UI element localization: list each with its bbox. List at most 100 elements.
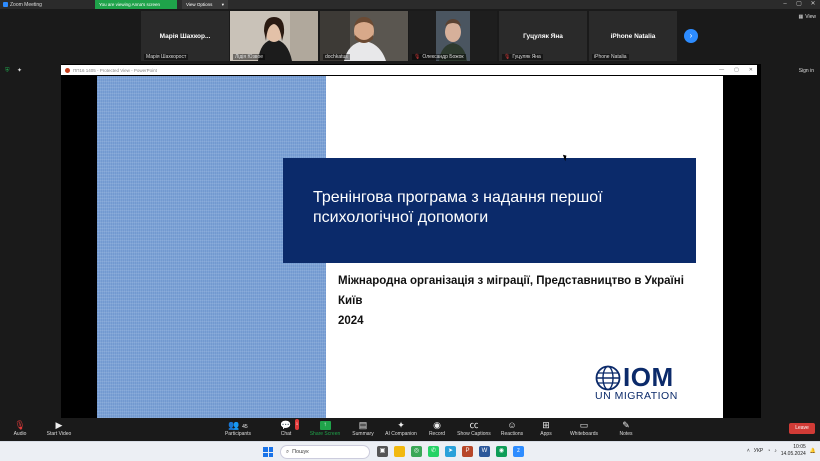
task-view-icon[interactable]: ▣	[377, 446, 388, 457]
title-bar: Zoom Meeting You are viewing Anna's scre…	[0, 0, 820, 9]
clock-date: 14.05.2024	[780, 451, 806, 457]
view-button[interactable]: ▦ View	[799, 14, 816, 20]
participant-label: Лідія Юзвое	[233, 54, 266, 60]
participant-center-name: iPhone Natalia	[610, 33, 656, 40]
share-screen-icon: ↑	[319, 421, 331, 430]
record-button[interactable]: ◉ Record	[428, 420, 446, 437]
ai-companion-button[interactable]: ✦ AI Companion	[383, 420, 419, 437]
participant-tile[interactable]: Гуцуляк Яна 🎙 Гуцуляк Яна	[499, 11, 587, 61]
app-title: Zoom Meeting	[10, 1, 42, 8]
windows-taskbar: ⌕ Пошук ▣ ◎ ✆ ➤ P W ◉ z ˄ УКР ◔ ♪ 10:05 …	[0, 441, 820, 461]
participant-label: iPhone Natalia	[592, 54, 629, 60]
view-options-button[interactable]: View Options ▾	[182, 0, 228, 9]
powerpoint-icon	[65, 67, 70, 73]
participant-tile[interactable]: dochkatus	[320, 11, 408, 61]
chat-button[interactable]: 💬 1 Chat	[278, 419, 299, 437]
participant-label: 🎙 Гуцуляк Яна	[502, 54, 543, 60]
notifications-icon[interactable]: 🔔	[810, 448, 816, 454]
ai-sparkle-icon[interactable]: ✦	[17, 67, 22, 74]
show-captions-button[interactable]: ㏄ Show Captions	[456, 420, 492, 437]
participant-tile[interactable]: Лідія Юзвое	[230, 11, 318, 61]
window-controls: – ▢ ✕	[778, 0, 820, 9]
powerpoint-title-bar: ПП16 1405 - Protected View - PowerPoint …	[61, 65, 757, 75]
telegram-icon[interactable]: ➤	[445, 446, 456, 457]
maximize-icon: ▢	[734, 67, 739, 73]
search-icon: ⌕	[286, 448, 290, 455]
powerpoint-taskbar-icon[interactable]: P	[462, 446, 473, 457]
language-indicator[interactable]: УКР	[754, 448, 763, 454]
viewing-screen-badge: You are viewing Anna's screen	[95, 0, 177, 9]
file-explorer-icon[interactable]	[394, 446, 405, 457]
presentation-slide: Тренінгова програма з надання першої пси…	[97, 76, 723, 418]
participant-tile[interactable]: Марія Шахкор... Марія Шахкорост	[141, 11, 229, 61]
record-icon: ◉	[433, 420, 441, 430]
clock[interactable]: 10:05 14.05.2024	[781, 444, 806, 458]
whiteboard-icon: ▭	[579, 420, 589, 430]
slide-organization: Міжнародна організація з міграції, Предс…	[338, 275, 684, 287]
participant-label: dochkatus	[323, 54, 350, 60]
iom-logo-subtext: UN MIGRATION	[595, 390, 678, 402]
notes-icon: ✎	[622, 420, 630, 430]
audio-button[interactable]: 🎙 Audio	[10, 420, 30, 437]
zoom-logo-icon	[3, 2, 8, 7]
participants-count: 45	[242, 424, 248, 430]
leave-button[interactable]: Leave	[789, 423, 815, 434]
whatsapp-icon[interactable]: ✆	[428, 446, 439, 457]
shared-screen: ПП16 1405 - Protected View - PowerPoint …	[61, 64, 761, 418]
system-tray: ˄ УКР ◔ ♪ 10:05 14.05.2024 🔔	[747, 444, 816, 458]
apps-icon: ⊞	[542, 420, 550, 430]
sign-in-link[interactable]: Sign in	[799, 68, 814, 74]
participant-tile[interactable]: iPhone Natalia iPhone Natalia	[589, 11, 677, 61]
slide-title-line-1: Тренінгова програма з надання першої	[313, 189, 603, 206]
mic-muted-icon: 🎙	[504, 54, 511, 60]
mic-muted-icon: 🎙	[414, 54, 421, 60]
windows-start-icon[interactable]	[263, 447, 273, 457]
summary-button[interactable]: ▤ Summary	[350, 420, 376, 437]
clock-time: 10:05	[793, 444, 806, 450]
start-video-button[interactable]: ▶ Start Video	[44, 420, 74, 437]
participants-button[interactable]: 👥 45 Participants	[222, 420, 254, 437]
summary-icon: ▤	[358, 420, 368, 430]
slide-title-line-2: психологічної допомоги	[313, 209, 489, 226]
participant-tile[interactable]: 🎙 Олександр Божок	[409, 11, 497, 61]
chrome-profile-icon[interactable]: ◉	[496, 446, 507, 457]
slide-city: Київ	[338, 295, 363, 307]
zoom-taskbar-icon[interactable]: z	[513, 446, 524, 457]
microphone-muted-icon: 🎙	[14, 420, 26, 430]
next-page-arrow-icon[interactable]: ›	[684, 29, 698, 43]
slide-year: 2024	[338, 315, 364, 327]
grid-view-icon: ▦	[798, 14, 804, 20]
minimize-icon: —	[719, 67, 725, 73]
taskbar-pinned-apps: ▣ ◎ ✆ ➤ P W ◉ z	[377, 446, 524, 457]
video-off-icon: ▶	[55, 420, 63, 430]
whiteboards-button[interactable]: ▭ Whiteboards	[568, 420, 600, 437]
apps-button[interactable]: ⊞ Apps	[538, 420, 554, 437]
close-icon[interactable]: ✕	[806, 0, 820, 9]
taskbar-search[interactable]: ⌕ Пошук	[280, 445, 370, 459]
ai-companion-icon: ✦	[397, 420, 405, 430]
reactions-icon: ☺	[507, 420, 517, 430]
participant-label: 🎙 Олександр Божок	[412, 54, 466, 60]
search-placeholder: Пошук	[292, 449, 309, 455]
captions-icon: ㏄	[469, 420, 479, 430]
volume-icon[interactable]: ♪	[774, 448, 777, 454]
reactions-button[interactable]: ☺ Reactions	[500, 420, 524, 437]
chrome-icon[interactable]: ◎	[411, 446, 422, 457]
notes-button[interactable]: ✎ Notes	[617, 420, 635, 437]
minimize-icon[interactable]: –	[778, 0, 792, 9]
maximize-icon[interactable]: ▢	[792, 0, 806, 9]
chevron-down-icon: ▾	[221, 2, 224, 7]
powerpoint-file-title: ПП16 1405 - Protected View - PowerPoint	[73, 67, 157, 73]
participant-strip: Марія Шахкор... Марія Шахкорост Лідія Юз…	[0, 9, 820, 64]
chevron-up-icon[interactable]: ˄	[747, 448, 750, 454]
participant-label: Марія Шахкорост	[144, 54, 189, 60]
wifi-icon[interactable]: ◔	[767, 448, 770, 454]
word-icon[interactable]: W	[479, 446, 490, 457]
app-title-group: Zoom Meeting	[0, 2, 95, 8]
participant-center-name: Марія Шахкор...	[159, 33, 211, 40]
share-screen-button[interactable]: ↑ Share Screen	[309, 420, 341, 437]
shield-icon[interactable]: ⛨	[5, 68, 10, 75]
participants-icon: 👥	[228, 420, 240, 430]
iom-logo: IOM UN MIGRATION	[595, 362, 695, 402]
participant-center-name: Гуцуляк Яна	[523, 33, 563, 40]
